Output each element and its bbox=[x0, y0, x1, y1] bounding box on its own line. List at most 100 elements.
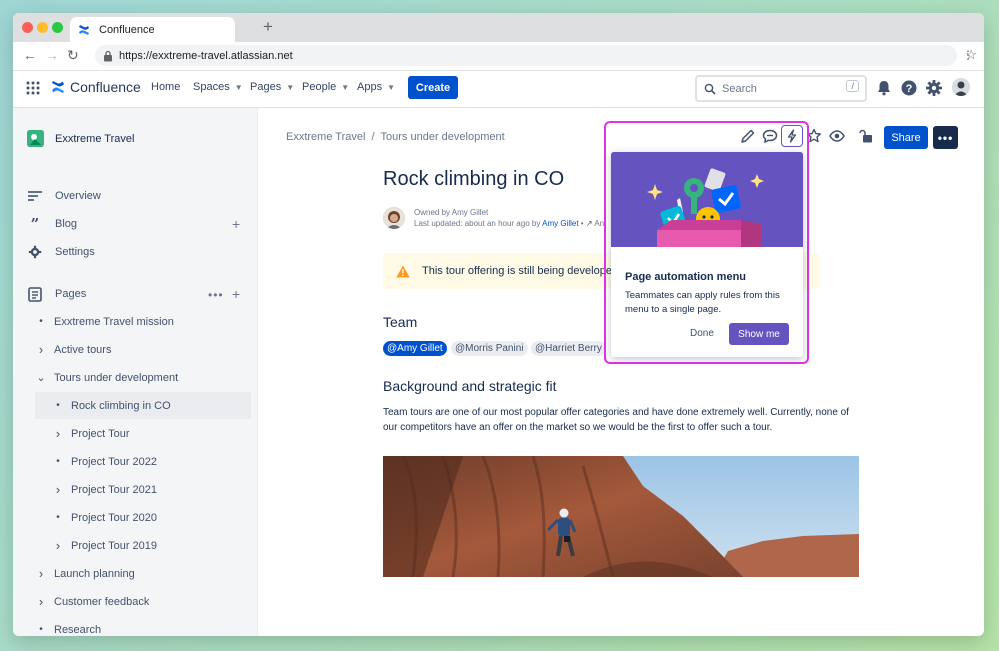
chevron-right-icon[interactable]: › bbox=[53, 538, 63, 553]
automation-onboarding-popup: Page automation menu Teammates can apply… bbox=[611, 152, 803, 357]
nav-home[interactable]: Home bbox=[151, 81, 180, 93]
restrictions-unlock-icon[interactable] bbox=[859, 128, 875, 144]
browser-tab[interactable]: Confluence bbox=[70, 17, 235, 42]
last-updated-text: Last updated: about an hour ago by Amy G… bbox=[414, 219, 604, 228]
help-icon[interactable]: ? bbox=[900, 79, 918, 97]
share-button[interactable]: Share bbox=[884, 126, 928, 149]
sidebar-item-overview[interactable]: Overview bbox=[27, 188, 101, 204]
page-tree-item-label: Project Tour 2022 bbox=[71, 455, 158, 468]
mention-harriet-berry[interactable]: @Harriet Berry bbox=[531, 341, 606, 356]
nav-pages[interactable]: Pages ▼ bbox=[250, 81, 294, 93]
done-button[interactable]: Done bbox=[690, 328, 714, 339]
sidebar-item-blog[interactable]: ” Blog bbox=[27, 215, 77, 233]
sidebar-item-pages[interactable]: Pages bbox=[27, 286, 86, 302]
nav-people-label: People bbox=[302, 81, 337, 93]
page-tree-item[interactable]: › Project Tour bbox=[13, 420, 257, 447]
warning-triangle-icon bbox=[396, 265, 410, 277]
page-tree-item[interactable]: › Active tours bbox=[13, 336, 257, 363]
chevron-right-icon[interactable]: › bbox=[36, 566, 46, 581]
user-avatar[interactable] bbox=[952, 78, 970, 96]
settings-gear-icon bbox=[27, 244, 43, 260]
browser-window: Confluence + ← → ↻ https://exxtreme-trav… bbox=[13, 13, 984, 636]
browser-tab-title: Confluence bbox=[99, 23, 155, 36]
analytics-icon[interactable]: ↗ bbox=[586, 219, 593, 228]
mention-morris-panini[interactable]: @Morris Panini bbox=[451, 341, 528, 356]
address-bar[interactable]: https://exxtreme-travel.atlassian.net ☆ bbox=[95, 45, 977, 66]
user-avatar-icon bbox=[952, 78, 970, 96]
page-tree-item-selected[interactable]: • Rock climbing in CO bbox=[35, 392, 251, 419]
bullet-icon: • bbox=[56, 512, 60, 523]
analytics-label[interactable]: An bbox=[594, 219, 604, 228]
popup-title: Page automation menu bbox=[625, 271, 747, 283]
chevron-right-icon[interactable]: › bbox=[53, 482, 63, 497]
page-tree-item[interactable]: • Exxtreme Travel mission bbox=[13, 308, 257, 335]
space-header[interactable]: Exxtreme Travel bbox=[27, 130, 134, 147]
page-tree-item-label: Rock climbing in CO bbox=[71, 399, 171, 412]
add-page-plus-icon[interactable]: + bbox=[232, 287, 240, 301]
chevron-right-icon[interactable]: › bbox=[36, 342, 46, 357]
nav-apps[interactable]: Apps ▼ bbox=[357, 81, 395, 93]
last-updated-author-link[interactable]: Amy Gillet bbox=[542, 219, 578, 228]
bullet-icon: • bbox=[39, 624, 43, 635]
breadcrumb-parent-page[interactable]: Tours under development bbox=[381, 131, 505, 143]
address-url: https://exxtreme-travel.atlassian.net bbox=[119, 49, 293, 62]
reload-icon[interactable]: ↻ bbox=[67, 47, 79, 63]
nav-spaces[interactable]: Spaces ▼ bbox=[193, 81, 243, 93]
watch-eye-icon[interactable] bbox=[829, 128, 845, 144]
chevron-down-icon: ▼ bbox=[387, 82, 395, 92]
page-tree-item-label: Project Tour 2020 bbox=[71, 511, 158, 524]
app-switcher-icon[interactable] bbox=[26, 81, 40, 95]
nav-apps-label: Apps bbox=[357, 81, 383, 93]
page-title: Rock climbing in CO bbox=[383, 168, 565, 190]
add-blog-plus-icon[interactable]: + bbox=[232, 217, 240, 231]
maximize-window-button[interactable] bbox=[52, 22, 63, 33]
search-input[interactable]: Search / bbox=[695, 75, 867, 102]
confluence-logo[interactable]: Confluence bbox=[51, 79, 141, 95]
page-tree-item[interactable]: › Project Tour 2021 bbox=[13, 476, 257, 503]
confluence-logo-text: Confluence bbox=[70, 79, 141, 95]
popup-body: Teammates can apply rules from this menu… bbox=[625, 290, 780, 315]
page-tree-item[interactable]: ⌄ Tours under development bbox=[13, 364, 257, 391]
chevron-down-icon[interactable]: ⌄ bbox=[36, 371, 46, 384]
search-icon bbox=[704, 83, 716, 95]
page-tree-item[interactable]: › Launch planning bbox=[13, 560, 257, 587]
back-arrow-icon[interactable]: ← bbox=[23, 47, 37, 63]
bullet-icon: • bbox=[56, 456, 60, 467]
page-tree-item-label: Tours under development bbox=[54, 371, 179, 384]
confluence-top-nav: Confluence Home Spaces ▼ Pages ▼ People ▼ A… bbox=[13, 71, 984, 108]
owned-by-text: Owned by Amy Gillet bbox=[414, 208, 489, 217]
nav-people[interactable]: People ▼ bbox=[302, 81, 349, 93]
page-tree-item-label: Project Tour 2021 bbox=[71, 483, 158, 496]
nav-home-label: Home bbox=[151, 81, 181, 93]
browser-tab-strip: Confluence + bbox=[13, 13, 984, 42]
notifications-bell-icon[interactable] bbox=[875, 79, 893, 97]
page-tree-item[interactable]: • Research bbox=[13, 616, 257, 636]
sidebar-item-label: Pages bbox=[55, 288, 87, 300]
background-paragraph: Team tours are one of our most popular o… bbox=[383, 407, 849, 433]
minimize-window-button[interactable] bbox=[37, 22, 48, 33]
page-tree-item[interactable]: • Project Tour 2020 bbox=[13, 504, 257, 531]
pages-more-icon[interactable]: ••• bbox=[208, 288, 224, 302]
breadcrumb-space[interactable]: Exxtreme Travel bbox=[286, 131, 365, 143]
page-tree-item[interactable]: • Project Tour 2022 bbox=[13, 448, 257, 475]
owner-avatar-icon bbox=[383, 207, 405, 229]
search-placeholder: Search bbox=[722, 82, 757, 95]
sidebar-item-settings[interactable]: Settings bbox=[27, 244, 95, 260]
browser-menu-icon[interactable]: ⋮ bbox=[962, 48, 974, 62]
page-tree-item-label: Exxtreme Travel mission bbox=[54, 315, 174, 328]
more-actions-button[interactable]: ••• bbox=[933, 126, 958, 149]
forward-arrow-icon[interactable]: → bbox=[45, 47, 59, 63]
close-window-button[interactable] bbox=[22, 22, 33, 33]
show-me-button[interactable]: Show me bbox=[729, 323, 789, 345]
mention-amy-gillet[interactable]: @Amy Gillet bbox=[383, 341, 447, 356]
team-heading: Team bbox=[383, 314, 418, 330]
chevron-right-icon[interactable]: › bbox=[36, 594, 46, 609]
page-tree-item[interactable]: › Customer feedback bbox=[13, 588, 257, 615]
create-button[interactable]: Create bbox=[408, 76, 458, 99]
page-tree-item-label: Project Tour 2019 bbox=[71, 539, 158, 552]
owner-avatar[interactable] bbox=[383, 207, 405, 229]
page-tree-item[interactable]: › Project Tour 2019 bbox=[13, 532, 257, 559]
new-tab-button[interactable]: + bbox=[263, 18, 273, 36]
chevron-right-icon[interactable]: › bbox=[53, 426, 63, 441]
settings-gear-icon[interactable] bbox=[925, 79, 943, 97]
